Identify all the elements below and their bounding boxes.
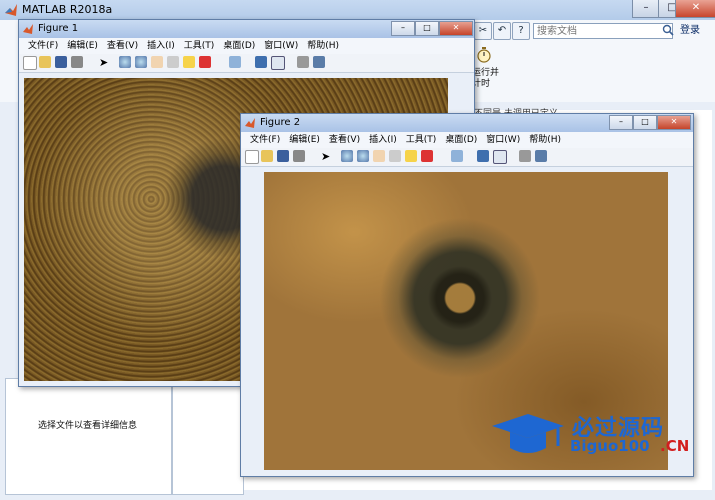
rotate-icon[interactable] bbox=[167, 56, 179, 68]
watermark-domain-suffix: .CN bbox=[660, 437, 690, 455]
menu-insert[interactable]: 插入(I) bbox=[369, 135, 397, 145]
colorbar-icon[interactable] bbox=[477, 150, 489, 162]
pan-icon[interactable] bbox=[373, 150, 385, 162]
link-plot-icon[interactable] bbox=[229, 56, 241, 68]
colorbar-icon[interactable] bbox=[255, 56, 267, 68]
undo-icon[interactable]: ↶ bbox=[493, 22, 511, 40]
brush-icon[interactable] bbox=[421, 150, 433, 162]
link-plot-icon[interactable] bbox=[451, 150, 463, 162]
menu-window[interactable]: 窗口(W) bbox=[264, 41, 298, 51]
save-icon[interactable] bbox=[55, 56, 67, 68]
figure-1-minimize-button[interactable]: – bbox=[391, 21, 415, 36]
pointer-icon[interactable]: ➤ bbox=[99, 56, 111, 69]
hide-plot-tools-icon[interactable] bbox=[519, 150, 531, 162]
figure-1-toolbar: ➤ bbox=[19, 54, 474, 73]
menu-desktop[interactable]: 桌面(D) bbox=[445, 135, 477, 145]
figure-1-maximize-button[interactable]: □ bbox=[415, 21, 439, 36]
run-and-time-button[interactable]: 运行并计时 bbox=[472, 68, 502, 90]
search-documentation-input[interactable]: 搜索文档 bbox=[533, 23, 673, 39]
menu-help[interactable]: 帮助(H) bbox=[307, 41, 339, 51]
menu-view[interactable]: 查看(V) bbox=[107, 41, 138, 51]
menu-view[interactable]: 查看(V) bbox=[329, 135, 360, 145]
brush-icon[interactable] bbox=[199, 56, 211, 68]
new-figure-icon[interactable] bbox=[245, 150, 259, 164]
menu-insert[interactable]: 插入(I) bbox=[147, 41, 175, 51]
help-icon[interactable]: ? bbox=[512, 22, 530, 40]
search-icon[interactable] bbox=[662, 24, 674, 36]
open-icon[interactable] bbox=[39, 56, 51, 68]
file-details-hint: 选择文件以查看详细信息 bbox=[38, 421, 138, 431]
show-plot-tools-icon[interactable] bbox=[535, 150, 547, 162]
data-cursor-icon[interactable] bbox=[405, 150, 417, 162]
figure-2-title-bar: Figure 2 – □ ✕ bbox=[241, 114, 693, 132]
login-link[interactable]: 登录 bbox=[680, 23, 710, 39]
legend-icon[interactable] bbox=[271, 56, 285, 70]
run-and-time-icon[interactable] bbox=[476, 46, 492, 64]
figure-1-title: Figure 1 bbox=[38, 23, 79, 34]
window-title: MATLAB R2018a bbox=[22, 3, 113, 16]
legend-icon[interactable] bbox=[493, 150, 507, 164]
figure-1-close-button[interactable]: ✕ bbox=[439, 21, 473, 36]
zoom-out-icon[interactable] bbox=[135, 56, 147, 68]
file-details-pane bbox=[5, 378, 172, 495]
menu-help[interactable]: 帮助(H) bbox=[529, 135, 561, 145]
open-icon[interactable] bbox=[261, 150, 273, 162]
figure-2-close-button[interactable]: ✕ bbox=[657, 115, 691, 130]
menu-edit[interactable]: 编辑(E) bbox=[67, 41, 98, 51]
menu-file[interactable]: 文件(F) bbox=[250, 135, 280, 145]
figure-2-menu-bar: 文件(F) 编辑(E) 查看(V) 插入(I) 工具(T) 桌面(D) 窗口(W) 帮助(H) bbox=[241, 132, 693, 148]
show-plot-tools-icon[interactable] bbox=[313, 56, 325, 68]
title-bar: MATLAB R2018a – □ ✕ bbox=[0, 0, 715, 20]
rotate-icon[interactable] bbox=[389, 150, 401, 162]
figure-1-title-bar: Figure 1 – □ ✕ bbox=[19, 20, 474, 38]
figure-2-maximize-button[interactable]: □ bbox=[633, 115, 657, 130]
menu-window[interactable]: 窗口(W) bbox=[486, 135, 520, 145]
save-icon[interactable] bbox=[277, 150, 289, 162]
figure-icon bbox=[23, 24, 33, 34]
hide-plot-tools-icon[interactable] bbox=[297, 56, 309, 68]
zoom-out-icon[interactable] bbox=[357, 150, 369, 162]
menu-tools[interactable]: 工具(T) bbox=[184, 41, 215, 51]
pan-icon[interactable] bbox=[151, 56, 163, 68]
watermark-domain: Biguo100 bbox=[570, 437, 650, 455]
new-figure-icon[interactable] bbox=[23, 56, 37, 70]
command-window-pane bbox=[172, 378, 244, 495]
figure-2-title: Figure 2 bbox=[260, 117, 301, 128]
menu-tools[interactable]: 工具(T) bbox=[406, 135, 437, 145]
menu-file[interactable]: 文件(F) bbox=[28, 41, 58, 51]
print-icon[interactable] bbox=[293, 150, 305, 162]
cut-icon[interactable]: ✂ bbox=[474, 22, 492, 40]
zoom-in-icon[interactable] bbox=[341, 150, 353, 162]
figure-1-menu-bar: 文件(F) 编辑(E) 查看(V) 插入(I) 工具(T) 桌面(D) 窗口(W) 帮助(H) bbox=[19, 38, 474, 54]
minimize-button[interactable]: – bbox=[632, 0, 660, 18]
matlab-logo-icon bbox=[5, 4, 17, 16]
figure-2-minimize-button[interactable]: – bbox=[609, 115, 633, 130]
figure-2-toolbar: ➤ bbox=[241, 148, 693, 167]
menu-edit[interactable]: 编辑(E) bbox=[289, 135, 320, 145]
menu-desktop[interactable]: 桌面(D) bbox=[223, 41, 255, 51]
figure-icon bbox=[245, 118, 255, 128]
pointer-icon[interactable]: ➤ bbox=[321, 150, 333, 163]
print-icon[interactable] bbox=[71, 56, 83, 68]
zoom-in-icon[interactable] bbox=[119, 56, 131, 68]
data-cursor-icon[interactable] bbox=[183, 56, 195, 68]
close-button[interactable]: ✕ bbox=[675, 0, 715, 18]
